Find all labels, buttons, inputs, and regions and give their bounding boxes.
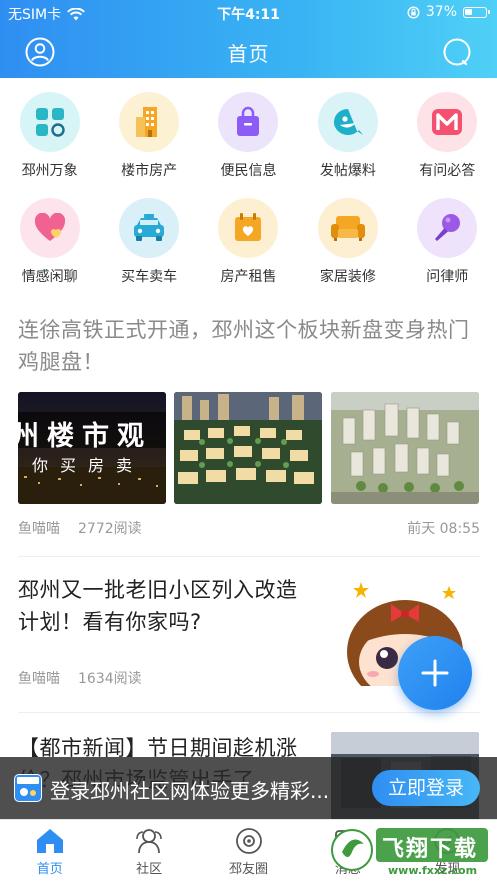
article-author: 鱼喵喵 <box>18 671 60 687</box>
watermark-url: www.fxxz.com <box>388 864 478 877</box>
camera-circle-icon <box>235 828 262 854</box>
plus-icon <box>421 659 449 687</box>
category-row: 情感闲聊 买车卖车 房产租售 家居装修 问律师 <box>0 198 497 286</box>
category-wanxiang[interactable]: 邳州万象 <box>5 92 95 180</box>
category-cars[interactable]: 买车卖车 <box>104 198 194 286</box>
category-label: 家居装修 <box>319 269 376 285</box>
divider <box>18 556 480 557</box>
create-post-button[interactable] <box>398 636 472 710</box>
article-title: 连徐高铁正式开通，邳州这个板块新盘变身热门鸡腿盘！ <box>18 318 470 374</box>
thumbnail-image <box>174 392 322 504</box>
search-icon[interactable] <box>441 36 473 68</box>
article-thumbnail[interactable] <box>174 392 322 504</box>
app-logo <box>14 774 42 802</box>
m-badge-icon <box>432 109 463 135</box>
category-rental[interactable]: 房产租售 <box>203 198 293 286</box>
category-icon-bg <box>19 92 80 152</box>
thumbnail-image <box>331 392 479 504</box>
category-convenience[interactable]: 便民信息 <box>203 92 293 180</box>
grid-apps-icon <box>35 108 65 137</box>
calendar-heart-icon <box>235 213 262 241</box>
category-icon-bg <box>218 92 279 152</box>
tab-home[interactable]: 首页 <box>0 820 99 884</box>
login-button[interactable]: 立即登录 <box>372 770 480 806</box>
thumbnail-subline: 你买房卖 <box>32 456 145 475</box>
category-icon-bg <box>317 92 378 152</box>
battery-icon <box>463 6 490 18</box>
category-qa[interactable]: 有问必答 <box>402 92 492 180</box>
car-icon <box>134 214 165 241</box>
page-title: 首页 <box>227 42 270 66</box>
category-label: 房产租售 <box>220 269 277 285</box>
chat-bubble-icon <box>333 108 363 135</box>
sofa-icon <box>330 216 365 241</box>
category-decoration[interactable]: 家居装修 <box>303 198 393 286</box>
category-icon-bg <box>317 198 378 258</box>
category-label: 便民信息 <box>220 163 277 179</box>
tab-label: 社区 <box>136 862 163 877</box>
nav-bar: 首页 <box>0 30 497 74</box>
category-post[interactable]: 发帖爆料 <box>303 92 393 180</box>
category-label: 邳州万象 <box>21 163 78 179</box>
category-real-estate[interactable]: 楼市房产 <box>104 92 194 180</box>
article-card[interactable]: 邳州又一批老旧小区列入改造计划！看有你家吗? <box>18 574 308 638</box>
category-label: 楼市房产 <box>121 163 178 179</box>
article-card[interactable]: 连徐高铁正式开通，邳州这个板块新盘变身热门鸡腿盘！ <box>18 314 480 378</box>
article-reads: 2772阅读 <box>78 521 142 537</box>
home-icon <box>36 829 63 853</box>
article-thumbnail[interactable]: 州楼市观 你买房卖 <box>18 392 166 504</box>
thumbnail-headline: 州楼市观 <box>18 421 152 452</box>
category-label: 情感闲聊 <box>21 269 78 285</box>
app-header: 无SIM卡 下午4:11 37% 首页 <box>0 0 497 78</box>
article-time: 前天 08:55 <box>407 521 480 537</box>
article-author: 鱼喵喵 <box>18 521 60 537</box>
article-meta: 鱼喵喵 2772阅读 前天 08:55 <box>18 518 480 538</box>
community-icon <box>136 829 162 854</box>
tab-label: 邳友圈 <box>229 862 269 877</box>
category-icon-bg <box>417 198 478 258</box>
login-prompt-text: 登录邳州社区网体验更多精彩... <box>50 779 330 803</box>
article-meta: 鱼喵喵 1634阅读 <box>18 668 308 688</box>
article-reads: 1634阅读 <box>78 671 142 687</box>
divider <box>18 712 480 713</box>
heart-icon <box>34 213 65 241</box>
category-icon-bg <box>417 92 478 152</box>
login-banner: 登录邳州社区网体验更多精彩... 立即登录 <box>0 757 497 819</box>
shopping-bag-icon <box>237 106 260 136</box>
category-emotion[interactable]: 情感闲聊 <box>5 198 95 286</box>
category-row: 邳州万象 楼市房产 便民信息 发帖爆料 有问必答 <box>0 92 497 180</box>
orientation-lock-icon <box>407 5 420 19</box>
article-thumbnail[interactable] <box>331 392 479 504</box>
category-lawyer[interactable]: 问律师 <box>402 198 492 286</box>
battery-percent: 37% <box>425 4 457 20</box>
watermark: 飞翔下载 www.fxxz.com <box>330 822 490 880</box>
category-grid: 邳州万象 楼市房产 便民信息 发帖爆料 有问必答 情感闲聊 买车卖车 房产租售 … <box>0 92 497 304</box>
category-label: 买车卖车 <box>121 269 178 285</box>
status-bar: 无SIM卡 下午4:11 37% <box>0 0 497 26</box>
category-icon-bg <box>119 92 180 152</box>
tab-community[interactable]: 社区 <box>99 820 198 884</box>
category-icon-bg <box>218 198 279 258</box>
microphone-icon <box>435 214 461 241</box>
article-title: 邳州又一批老旧小区列入改造计划！看有你家吗? <box>18 578 298 634</box>
watermark-title: 飞翔下载 <box>382 837 479 862</box>
category-label: 发帖爆料 <box>319 163 376 179</box>
tab-friends-circle[interactable]: 邳友圈 <box>199 820 298 884</box>
tab-label: 首页 <box>36 862 63 877</box>
building-icon <box>136 107 158 137</box>
category-label: 问律师 <box>426 269 469 285</box>
category-label: 有问必答 <box>419 163 476 179</box>
category-icon-bg <box>119 198 180 258</box>
category-icon-bg <box>19 198 80 258</box>
